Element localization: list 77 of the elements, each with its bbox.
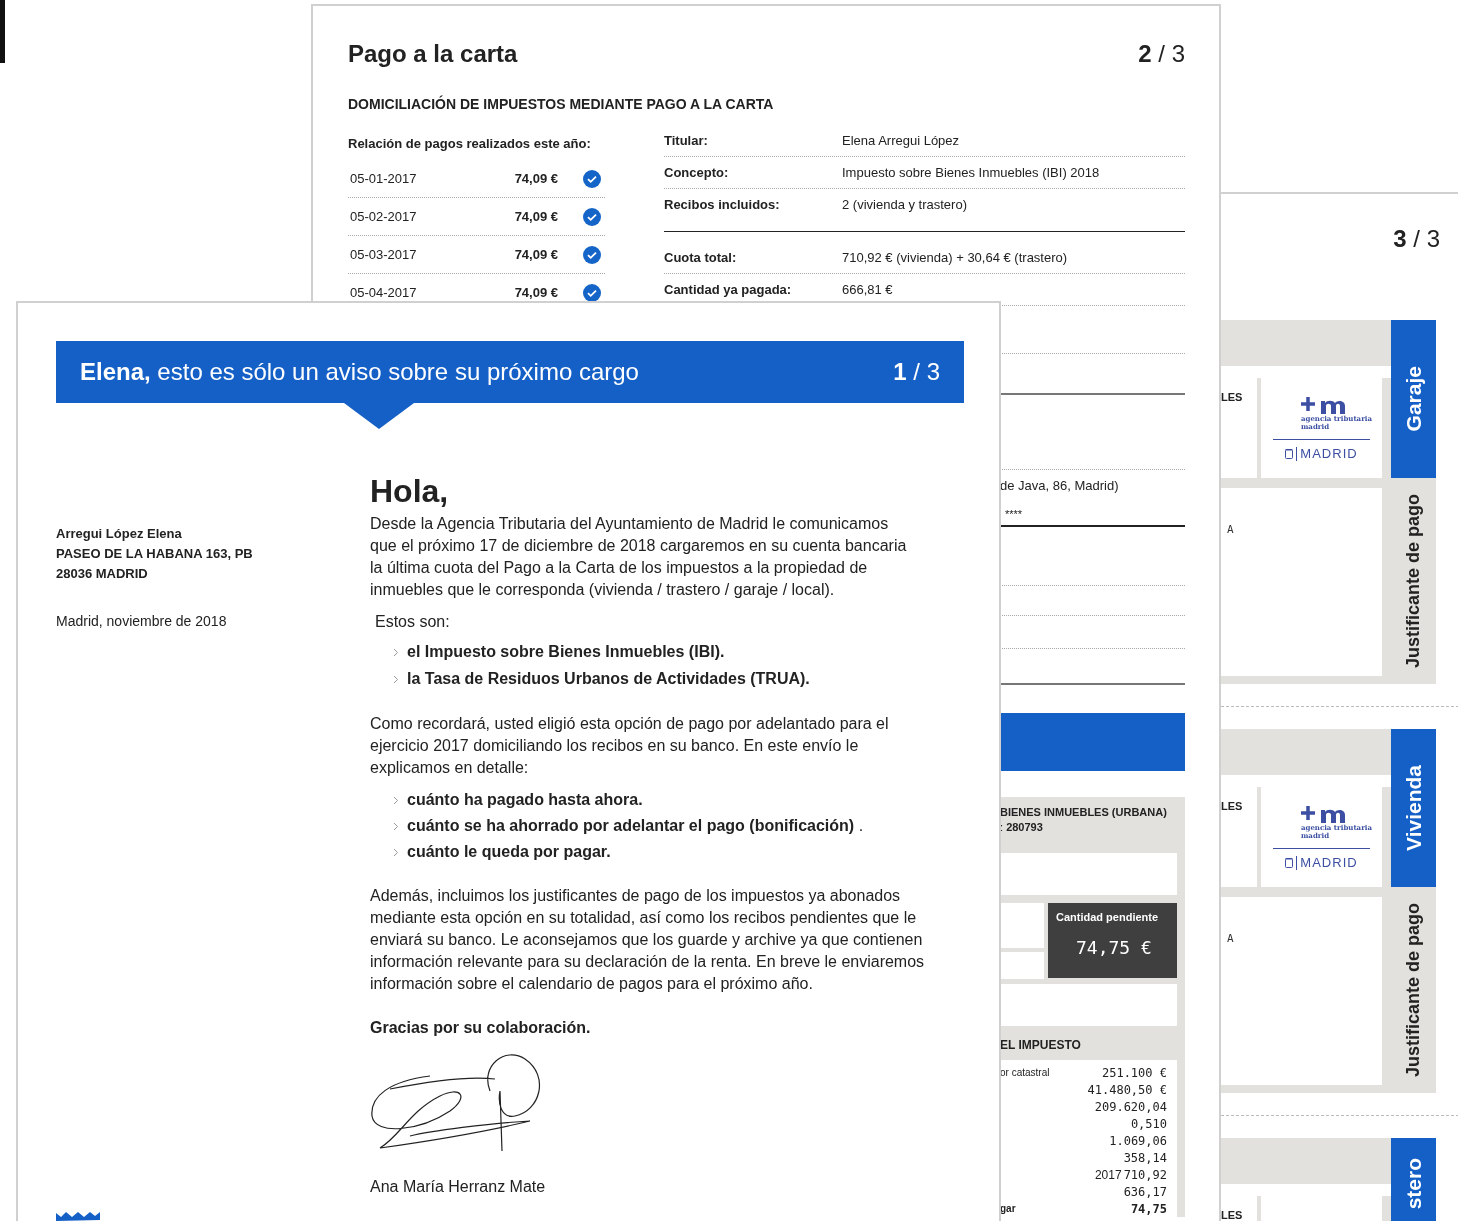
crown-logo-icon <box>56 1211 100 1221</box>
payment-amount: 74,09 € <box>513 283 558 302</box>
address-text: de Java, 86, Madrid) <box>1000 476 1119 495</box>
tax-row-value: 636,17 <box>1123 1183 1167 1201</box>
list-item: cuánto le queda por pagar. <box>407 842 611 862</box>
page-number: 3 / 3 <box>1393 227 1440 254</box>
detail-value: 666,81 € <box>842 280 893 299</box>
section-title: EL IMPUESTO <box>1000 1037 1082 1054</box>
detail-label: Recibos incluidos: <box>664 196 781 215</box>
receipt-side-label: Justificante de pago <box>1391 478 1436 684</box>
banner-text: Elena, esto es sólo un aviso sobre su próximo cargo <box>80 357 639 387</box>
list-item: cuánto ha pagado hasta ahora. <box>407 790 643 810</box>
recipient-address-line: PASEO DE LA HABANA 163, PB <box>56 545 254 563</box>
detail-label: Concepto: <box>664 163 730 182</box>
field-text: A <box>1227 932 1234 945</box>
receipt-title: BIENES INMUEBLES (URBANA) <box>1000 805 1168 820</box>
receipt-reference: : 280793 <box>1000 820 1044 835</box>
field-label: LES <box>1221 1209 1243 1221</box>
list-intro: Estos son: <box>375 612 451 632</box>
recipient-address-line: 28036 MADRID <box>56 565 149 583</box>
field-label: LES <box>1221 800 1243 812</box>
page-title: Pago a la carta <box>348 39 518 69</box>
chevron-icon <box>393 847 399 857</box>
city-logo-text: MADRID <box>1300 853 1358 872</box>
receipt-side-label: Justificante de pago <box>1391 887 1436 1093</box>
city-logo-text: MADRID <box>1300 444 1358 463</box>
tax-row-value: 358,14 <box>1123 1149 1167 1167</box>
letter-date: Madrid, noviembre de 2018 <box>56 612 228 631</box>
greeting: Hola, <box>370 473 450 509</box>
pending-label: Cantidad pendiente <box>1056 910 1160 925</box>
payment-date: 05-04-2017 <box>350 283 418 302</box>
reminder-paragraph: Como recordará, usted eligió esta opción de pago por adelantado para el ejercicio 2017 domiciliando los recibos en su banco. En este envío le explicamos en detalle: <box>370 714 890 778</box>
detail-label: Cuota total: <box>664 248 738 267</box>
tax-row-value: 74,75 <box>1130 1200 1167 1218</box>
tax-row-year: 2017 <box>1094 1166 1122 1184</box>
detail-label: Titular: <box>664 131 709 150</box>
tax-row-value: 1.069,06 <box>1109 1132 1167 1150</box>
page-number: 2 / 3 <box>1138 39 1185 69</box>
detail-value: Elena Arregui López <box>842 131 960 150</box>
list-item: cuánto se ha ahorrado por adelantar el pago (bonificación) . <box>407 816 864 836</box>
chevron-icon <box>393 795 399 805</box>
account-text: **** <box>1005 508 1023 520</box>
thanks-text: Gracias por su colaboración. <box>370 1018 592 1038</box>
detail-label: Cantidad ya pagada: <box>664 280 793 299</box>
payments-title: Relación de pagos realizados este año: <box>348 135 592 153</box>
tax-row-value: 251.100 € <box>1101 1064 1167 1082</box>
detail-value: 2 (vivienda y trastero) <box>842 196 967 215</box>
chevron-icon <box>393 821 399 831</box>
chevron-icon <box>393 647 399 657</box>
list-item: el Impuesto sobre Bienes Inmuebles (IBI). <box>407 642 725 662</box>
payment-amount: 74,09 € <box>513 169 558 188</box>
payment-date: 05-01-2017 <box>350 169 418 188</box>
field-text: A <box>1227 523 1234 536</box>
page-number: 1 / 3 <box>893 357 940 387</box>
payment-amount: 74,09 € <box>513 245 558 264</box>
closing-paragraph: Además, incluimos los justificantes de pago de los impuestos ya abonados mediante esta opción en su totalidad, así como los recibos pendientes que le enviará su banco. Le aconsejamos que los guarde y archive ya que contienen información relevante para su declaración de la renta. En breve le enviaremos información sobre el calendario de pagos para el próximo año. <box>370 886 926 994</box>
section-heading: DOMICILIACIÓN DE IMPUESTOS MEDIANTE PAGO A LA CARTA <box>348 96 774 112</box>
page-edge <box>0 0 5 63</box>
crest-icon <box>1285 448 1294 459</box>
chevron-icon <box>393 674 399 684</box>
signer-name: Ana María Herranz Mate <box>370 1177 547 1197</box>
detail-value: 710,92 € (vivienda) + 30,64 € (trastero) <box>842 248 1068 267</box>
pending-amount: 74,75 € <box>1076 935 1153 960</box>
crest-icon <box>1285 857 1294 868</box>
intro-paragraph: Desde la Agencia Tributaria del Ayuntamiento de Madrid le comunicamos que el próximo 17 de diciembre de 2018 cargaremos en su cuenta bancaria la última cuota del Pago a la Carta de los impuestos a la propiedad de inmuebles que le corresponda (vivienda / trastero / garaje / local). <box>370 514 908 600</box>
tax-row-value: 710,92 <box>1123 1166 1167 1184</box>
recipient-address-line: Arregui López Elena <box>56 525 183 543</box>
tax-row-value: 209.620,04 <box>1094 1098 1167 1116</box>
list-item: la Tasa de Residuos Urbanos de Actividades (TRUA). <box>407 669 810 689</box>
payment-date: 05-03-2017 <box>350 245 418 264</box>
field-label: LES <box>1221 391 1243 403</box>
detail-value: Impuesto sobre Bienes Inmuebles (IBI) 2018 <box>842 163 1100 182</box>
tax-row-value: 0,510 <box>1130 1115 1167 1133</box>
tax-row-value: 41.480,50 € <box>1087 1081 1167 1099</box>
tax-row-label: gar <box>1000 1202 1016 1216</box>
payment-date: 05-02-2017 <box>350 207 418 226</box>
payment-amount: 74,09 € <box>513 207 558 226</box>
